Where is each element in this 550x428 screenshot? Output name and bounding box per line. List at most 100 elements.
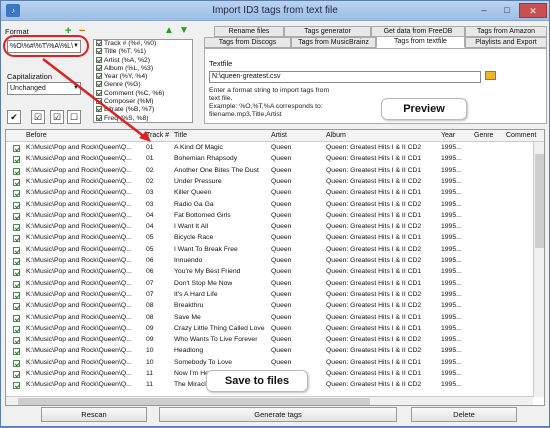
- check-box-icon[interactable]: ☑: [50, 110, 64, 124]
- row-checkbox[interactable]: [13, 269, 20, 276]
- check-selected-icon[interactable]: ☑: [31, 110, 45, 124]
- field-item[interactable]: Track # (%#, %0): [94, 40, 192, 48]
- column-track[interactable]: Track #: [146, 132, 169, 139]
- row-checkbox[interactable]: [13, 303, 20, 310]
- table-row[interactable]: K:\Music\Pop and Rock\Queen\Q...01Bohemi…: [6, 154, 536, 165]
- vertical-scrollbar[interactable]: [533, 142, 545, 397]
- table-row[interactable]: K:\Music\Pop and Rock\Queen\Q...08Save M…: [6, 313, 536, 324]
- field-list[interactable]: Track # (%#, %0)Title (%T, %1)Artist (%A…: [93, 39, 193, 123]
- maximize-button[interactable]: □: [496, 3, 518, 18]
- checkbox[interactable]: [96, 65, 102, 71]
- minimize-button[interactable]: –: [473, 3, 495, 18]
- table-row[interactable]: K:\Music\Pop and Rock\Queen\Q...03Killer…: [6, 188, 536, 199]
- checkbox[interactable]: [96, 98, 102, 104]
- column-year[interactable]: Year: [441, 132, 455, 139]
- field-item[interactable]: Year (%Y, %4): [94, 73, 192, 81]
- move-up-icon[interactable]: ▲: [164, 25, 174, 36]
- table-row[interactable]: K:\Music\Pop and Rock\Queen\Q...05I Want…: [6, 245, 536, 256]
- close-button[interactable]: ✕: [519, 3, 547, 18]
- cell-title: Bohemian Rhapsody: [174, 155, 237, 162]
- checkbox[interactable]: [96, 40, 102, 46]
- row-checkbox[interactable]: [13, 348, 20, 355]
- textfile-path-input[interactable]: N:\queen-greatest.csv: [209, 71, 481, 83]
- checkbox[interactable]: [96, 81, 102, 87]
- field-item[interactable]: Artist (%A, %2): [94, 57, 192, 65]
- checkbox[interactable]: [96, 90, 102, 96]
- checkbox[interactable]: [96, 57, 102, 63]
- table-row[interactable]: K:\Music\Pop and Rock\Queen\Q...02Anothe…: [6, 166, 536, 177]
- scroll-thumb[interactable]: [535, 154, 544, 248]
- uncheck-box-icon[interactable]: ☐: [67, 110, 81, 124]
- row-checkbox[interactable]: [13, 315, 20, 322]
- capitalization-select[interactable]: Unchanged ▼: [7, 82, 81, 95]
- table-row[interactable]: K:\Music\Pop and Rock\Queen\Q...09Crazy …: [6, 324, 536, 335]
- row-checkbox[interactable]: [13, 213, 20, 220]
- column-before[interactable]: Before: [26, 132, 47, 139]
- table-row[interactable]: K:\Music\Pop and Rock\Queen\Q...07It's A…: [6, 290, 536, 301]
- field-item[interactable]: Freq (%S, %8): [94, 115, 192, 123]
- move-down-icon[interactable]: ▼: [179, 25, 189, 36]
- generate-tags-button[interactable]: Generate tags: [159, 407, 397, 422]
- row-checkbox[interactable]: [13, 168, 20, 175]
- table-row[interactable]: K:\Music\Pop and Rock\Queen\Q...05Bicycl…: [6, 233, 536, 244]
- table-row[interactable]: K:\Music\Pop and Rock\Queen\Q...08Breakt…: [6, 301, 536, 312]
- column-comment[interactable]: Comment: [506, 132, 536, 139]
- row-checkbox[interactable]: [13, 371, 20, 378]
- field-item[interactable]: Composer (%M): [94, 98, 192, 106]
- tab-amazon[interactable]: Tags from Amazon: [465, 26, 547, 37]
- table-row[interactable]: K:\Music\Pop and Rock\Queen\Q...06You're…: [6, 267, 536, 278]
- checkbox[interactable]: [96, 73, 102, 79]
- tab-rename-files[interactable]: Rename files: [214, 26, 284, 37]
- row-checkbox[interactable]: [13, 292, 20, 299]
- folder-icon[interactable]: [485, 71, 496, 80]
- table-row[interactable]: K:\Music\Pop and Rock\Queen\Q...10Somebo…: [6, 358, 536, 369]
- table-row[interactable]: K:\Music\Pop and Rock\Queen\Q...07Don't …: [6, 279, 536, 290]
- field-item[interactable]: Comment (%C, %6): [94, 90, 192, 98]
- row-checkbox[interactable]: [13, 360, 20, 367]
- cell-before: K:\Music\Pop and Rock\Queen\Q...: [26, 155, 132, 162]
- delete-button[interactable]: Delete: [411, 407, 517, 422]
- row-checkbox[interactable]: [13, 179, 20, 186]
- horizontal-scrollbar[interactable]: [6, 396, 533, 406]
- row-checkbox[interactable]: [13, 337, 20, 344]
- row-checkbox[interactable]: [13, 224, 20, 231]
- row-checkbox[interactable]: [13, 258, 20, 265]
- table-row[interactable]: K:\Music\Pop and Rock\Queen\Q...03Radio …: [6, 200, 536, 211]
- table-row[interactable]: K:\Music\Pop and Rock\Queen\Q...06Innuen…: [6, 256, 536, 267]
- table-row[interactable]: K:\Music\Pop and Rock\Queen\Q...01A Kind…: [6, 143, 536, 154]
- checkbox[interactable]: [96, 115, 102, 121]
- row-checkbox[interactable]: [13, 190, 20, 197]
- column-genre[interactable]: Genre: [474, 132, 493, 139]
- table-row[interactable]: K:\Music\Pop and Rock\Queen\Q...10Headlo…: [6, 346, 536, 357]
- row-checkbox[interactable]: [13, 326, 20, 333]
- field-item[interactable]: Bitrate (%B, %7): [94, 106, 192, 114]
- check-all-icon[interactable]: ✔: [7, 110, 21, 124]
- field-item[interactable]: Genre (%G): [94, 81, 192, 89]
- checkbox[interactable]: [96, 106, 102, 112]
- scroll-thumb[interactable]: [18, 398, 370, 405]
- field-item[interactable]: Title (%T, %1): [94, 48, 192, 56]
- row-checkbox[interactable]: [13, 382, 20, 389]
- field-item[interactable]: Album (%L, %3): [94, 65, 192, 73]
- row-checkbox[interactable]: [13, 247, 20, 254]
- cell-before: K:\Music\Pop and Rock\Queen\Q...: [26, 302, 132, 309]
- row-checkbox[interactable]: [13, 156, 20, 163]
- rescan-button[interactable]: Rescan: [41, 407, 147, 422]
- row-checkbox[interactable]: [13, 281, 20, 288]
- row-checkbox[interactable]: [13, 145, 20, 152]
- column-artist[interactable]: Artist: [271, 132, 287, 139]
- table-row[interactable]: K:\Music\Pop and Rock\Queen\Q...02Under …: [6, 177, 536, 188]
- table-row[interactable]: K:\Music\Pop and Rock\Queen\Q...04Fat Bo…: [6, 211, 536, 222]
- row-checkbox[interactable]: [13, 235, 20, 242]
- tab-musicbrainz[interactable]: Tags from MusicBrainz: [291, 37, 376, 48]
- table-row[interactable]: K:\Music\Pop and Rock\Queen\Q...04I Want…: [6, 222, 536, 233]
- tab-playlists-export[interactable]: Playlists and Export: [465, 37, 547, 48]
- row-checkbox[interactable]: [13, 202, 20, 209]
- tab-tags-generator[interactable]: Tags generator: [284, 26, 371, 37]
- tab-discogs[interactable]: Tags from Discogs: [204, 37, 291, 48]
- table-row[interactable]: K:\Music\Pop and Rock\Queen\Q...09Who Wa…: [6, 335, 536, 346]
- checkbox[interactable]: [96, 48, 102, 54]
- tab-textfile[interactable]: Tags from textfile: [376, 36, 465, 48]
- column-title[interactable]: Title: [174, 132, 187, 139]
- column-album[interactable]: Album: [326, 132, 346, 139]
